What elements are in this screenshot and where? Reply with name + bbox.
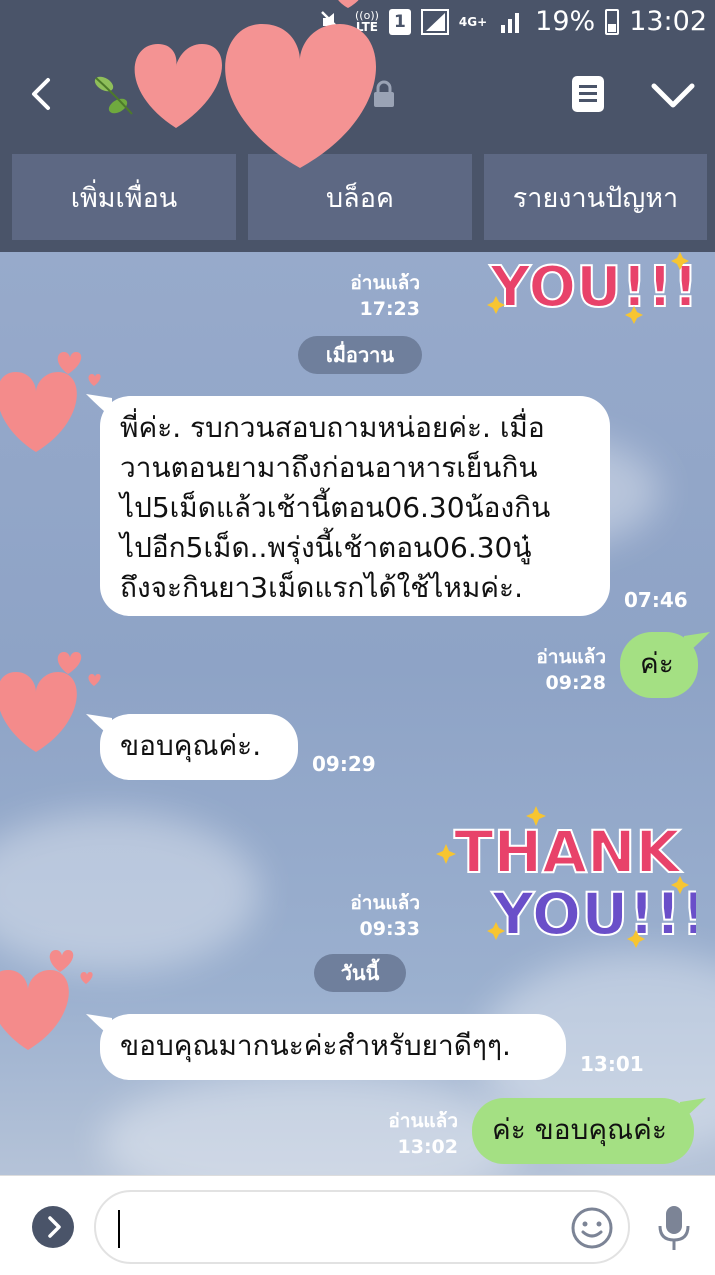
sim-indicator: 1 [388,8,411,35]
text-cursor [118,1210,120,1248]
read-receipt: อ่านแล้ว 17:23 [350,272,420,320]
message-bubble-incoming[interactable]: ขอบคุณค่ะ. [100,714,298,780]
action-bar: เพิ่มเพื่อน บล็อค รายงานปัญหา [0,142,715,252]
chevron-down-icon[interactable] [648,78,698,114]
clock: 13:02 [629,6,707,37]
message-bubble-incoming[interactable]: พี่ค่ะ. รบกวนสอบถามหน่อยค่ะ. เมื่อ วานตอ… [100,396,610,616]
read-receipt: อ่านแล้ว 09:28 [536,646,606,694]
date-separator: วันนี้ [314,954,406,992]
message-time: 07:46 [624,588,688,612]
thank-you-sticker-2[interactable]: THANK YOU!!! [432,800,696,950]
sticker-2-line-2: YOU!!! [491,880,696,948]
volte-indicator: ((o)) LTE [355,9,379,34]
report-button[interactable]: รายงานปัญหา [484,154,707,240]
battery-icon [605,8,620,35]
read-receipt: อ่านแล้ว 09:33 [350,892,420,940]
battery-percent: 19% [535,6,596,37]
signal-icon [420,8,449,35]
status-bar: ((o)) LTE 1 4G+ 19% 13:02 [0,0,715,46]
bubble-tail [684,632,710,656]
message-line: พี่ค่ะ. รบกวนสอบถามหน่อยค่ะ. เมื่อ [120,411,545,444]
avatar[interactable] [0,932,100,1052]
back-icon[interactable] [20,72,64,116]
message-line: ถึงจะกินยา3เม็ดแรกได้ใช้ไหมค่ะ. [120,571,523,604]
message-input[interactable] [94,1190,630,1264]
date-separator: เมื่อวาน [298,336,422,374]
microphone-icon[interactable] [652,1204,696,1252]
note-icon[interactable] [570,74,606,114]
chevron-right-icon [48,1216,61,1238]
mute-icon [321,10,343,33]
smiley-icon[interactable] [570,1206,614,1250]
sticker-1-text: YOU!!! [489,255,698,320]
expand-button[interactable] [32,1206,74,1248]
sticker-2-line-1: THANK [454,818,683,886]
message-line: ไป5เม็ดแล้วเช้านี้ตอน06.30น้องกิน [120,491,551,524]
signal-icon-2 [501,12,520,33]
lock-icon [374,80,394,107]
message-bubble-incoming[interactable]: ขอบคุณมากนะค่ะสำหรับยาดีๆๆ. [100,1014,566,1080]
message-line: ไปอีก5เม็ด..พรุ่งนี้เช้าตอน06.30นู๋ [120,531,532,564]
input-bar [0,1175,715,1275]
network-type: 4G+ [458,14,488,29]
message-line: วานตอนยามาถึงก่อนอาหารเย็นกิน [120,451,538,484]
add-friend-button[interactable]: เพิ่มเพื่อน [12,154,236,240]
block-button[interactable]: บล็อค [248,154,472,240]
chat-area[interactable]: YOU!!! อ่านแล้ว 17:23 เมื่อวาน พี่ค่ะ. ร… [0,252,715,1175]
message-bubble-outgoing[interactable]: ค่ะ ขอบคุณค่ะ [472,1098,694,1164]
message-time: 13:01 [580,1052,644,1076]
leaf-emoji-icon [94,76,133,115]
message-time: 09:29 [312,752,376,776]
read-receipt: อ่านแล้ว 13:02 [388,1110,458,1158]
thank-you-sticker-1[interactable]: YOU!!! [470,252,700,332]
chat-header [0,46,715,142]
bubble-tail [680,1098,706,1122]
